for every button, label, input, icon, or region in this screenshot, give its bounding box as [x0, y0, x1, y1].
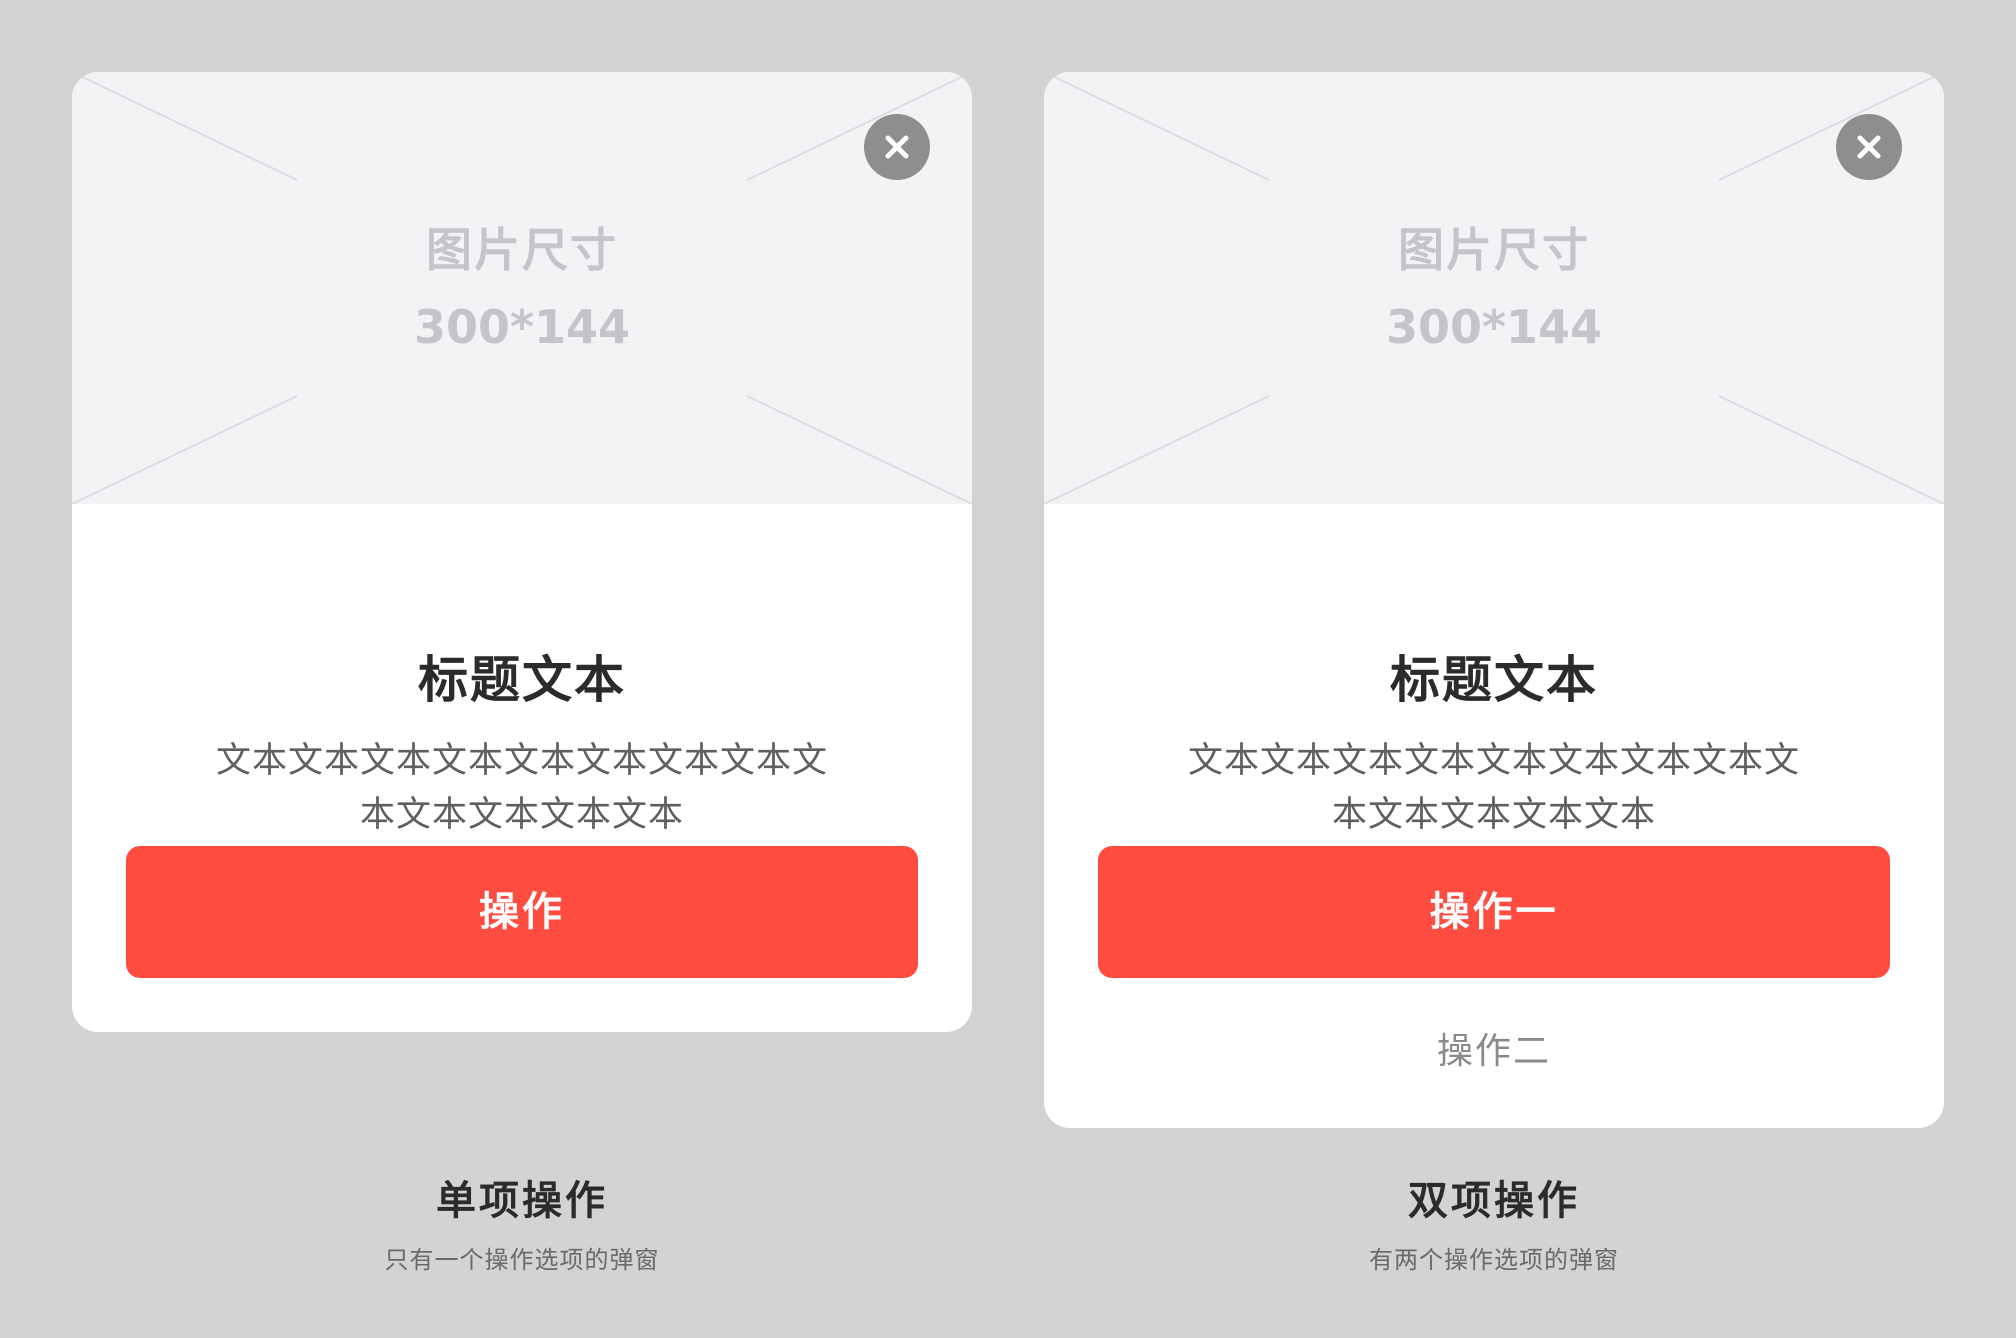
- dialog-body: 文本文本文本文本文本文本文本文本文 本文本文本文本文本: [1184, 734, 1804, 842]
- image-placeholder: 图片尺寸 300*144: [72, 72, 972, 504]
- dialog-body-line: 本文本文本文本文本: [1331, 795, 1656, 835]
- close-icon: [885, 135, 909, 159]
- dialog-body: 文本文本文本文本文本文本文本文本文 本文本文本文本文本: [212, 734, 832, 842]
- placeholder-label: 图片尺寸: [426, 223, 618, 277]
- close-button[interactable]: [864, 114, 930, 180]
- image-placeholder: 图片尺寸 300*144: [1044, 72, 1944, 504]
- dialog-body-line: 本文本文本文本文本: [359, 795, 684, 835]
- placeholder-label: 图片尺寸: [1398, 223, 1590, 277]
- dialog-body-line: 文本文本文本文本文本文本文本文本文: [215, 741, 828, 781]
- primary-action-button[interactable]: 操作: [126, 846, 918, 978]
- dialog-title: 标题文本: [1390, 651, 1598, 709]
- placeholder-cross-lines: [72, 72, 972, 504]
- placeholder-size: 300*144: [413, 300, 631, 354]
- placeholder-size: 300*144: [1385, 300, 1603, 354]
- dialog-title: 标题文本: [418, 651, 626, 709]
- placeholder-cross-lines: [1044, 72, 1944, 504]
- dialog-single-action: 图片尺寸 300*144 标题文本 文本文本文本文本文本文本文本文本文 本文本文…: [72, 72, 972, 1032]
- close-button[interactable]: [1836, 114, 1902, 180]
- caption-title-single: 单项操作: [436, 1178, 608, 1224]
- dialog-body-line: 文本文本文本文本文本文本文本文本文: [1187, 741, 1800, 781]
- close-icon: [1857, 135, 1881, 159]
- dialog-double-action: 图片尺寸 300*144 标题文本 文本文本文本文本文本文本文本文本文 本文本文…: [1044, 72, 1944, 1128]
- caption-title-double: 双项操作: [1408, 1178, 1580, 1224]
- caption-subtitle-double: 有两个操作选项的弹窗: [1369, 1246, 1619, 1274]
- primary-action-button[interactable]: 操作一: [1098, 846, 1890, 978]
- secondary-action-button[interactable]: 操作二: [1044, 1012, 1944, 1092]
- caption-subtitle-single: 只有一个操作选项的弹窗: [384, 1246, 660, 1274]
